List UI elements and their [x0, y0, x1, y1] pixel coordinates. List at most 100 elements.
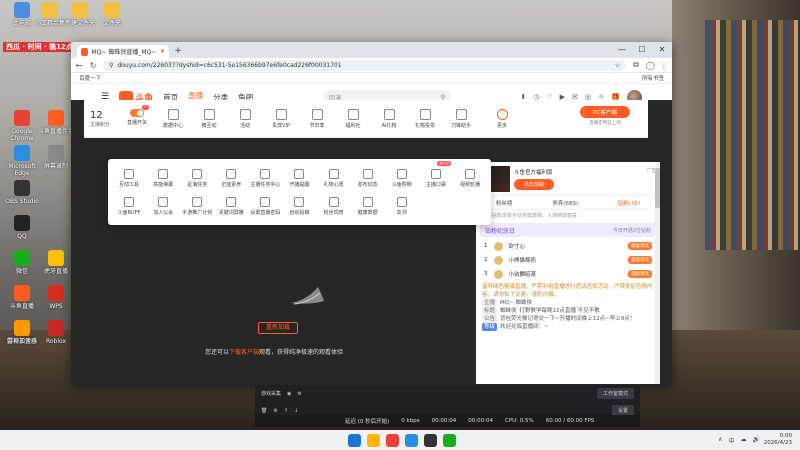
desktop-icon[interactable]: QQ [2, 215, 42, 245]
back-icon[interactable]: ← [75, 61, 83, 70]
desktop-icon[interactable]: 斗鱼直播伴侣 [36, 110, 76, 140]
toolbar-item[interactable]: 微互动 [195, 108, 223, 129]
bookmarks-bar: 百度一下 所有书签 [71, 73, 672, 84]
taskbar-app-icon[interactable] [443, 433, 456, 447]
tip-download-link[interactable]: 下载客户端 [229, 349, 259, 356]
dropdown-item[interactable]: 关键词屏蔽 [214, 192, 248, 220]
toolbar-item[interactable]: 数据中心 [159, 108, 187, 129]
ad-banner[interactable]: 斗鱼官方福利版 广告 点击领取 [476, 162, 660, 196]
desktop-icon[interactable]: Roblox [36, 320, 76, 350]
toolbar-item[interactable]: 礼物投票 [411, 108, 439, 129]
dropdown-item[interactable]: 斗鱼BUFF [112, 192, 146, 220]
tab-diamond-fans[interactable]: 钻粉(36) [618, 199, 640, 207]
taskbar-app-icon[interactable] [424, 433, 437, 447]
minimize-icon[interactable]: — [612, 42, 632, 58]
tray-icon[interactable]: 🔊 [753, 436, 760, 445]
toolbar-item[interactable]: 贵宾VIP [267, 108, 295, 129]
gear-icon[interactable]: ⚙ [273, 408, 277, 414]
tool-icon [430, 168, 441, 179]
clock-time: 0:00 [779, 433, 792, 439]
up-arrow-icon[interactable]: ↑ [284, 408, 288, 414]
rank-row[interactable]: 3 小幼麟昭茶 超级贵族 [476, 267, 660, 281]
taskbar-app-icon[interactable] [367, 433, 380, 447]
close-tab-icon[interactable]: ✕ [160, 48, 165, 55]
dropdown-item[interactable]: 手游推广计划 [180, 192, 214, 220]
profile-icon[interactable]: ◯ [646, 61, 655, 70]
dropdown-item[interactable]: 自动投稿 [282, 192, 316, 220]
extensions-icon[interactable]: ⧉ [632, 60, 640, 70]
dropdown-item[interactable]: 发布动态 [351, 164, 385, 192]
desktop-icon[interactable]: OBS Studio [2, 180, 42, 210]
chat-user[interactable]: 蜘蛛侠 [500, 307, 517, 315]
bookmark-item[interactable]: 百度一下 [79, 74, 101, 82]
tray-icon[interactable]: 中 [729, 436, 735, 445]
dropdown-item[interactable]: 加入公会 [146, 192, 180, 220]
eye-icon[interactable]: ◉ [287, 391, 291, 397]
toolbar-item[interactable]: 节日季 [303, 108, 331, 129]
taskbar-app-icon[interactable] [348, 433, 361, 447]
tab-vip[interactable]: 贵宾(689) [552, 199, 578, 207]
chat-message: 标题 蜘蛛侠 打野教学每晚12点直播 不见不散 [482, 307, 654, 315]
dropdown-item-label: 手游推广计划 [182, 209, 213, 216]
toolbar-item-label: AI礼物 [381, 122, 397, 129]
clock[interactable]: 0:00 2026/4/23 [764, 433, 792, 447]
dropdown-item[interactable]: 设置直播密码 [248, 192, 282, 220]
desktop-icon[interactable]: 虎牙直播 [36, 250, 76, 280]
dropdown-item[interactable]: 开播提醒 [282, 164, 316, 192]
desktop-icon[interactable]: 文件夹 [92, 2, 132, 32]
dropdown-item[interactable]: 粉丝饲育 [317, 192, 351, 220]
dropdown-item[interactable]: 星海任务 [180, 164, 214, 192]
diamond-anniversary[interactable]: 钻粉纪念日 今日开通2位钻粉 [480, 223, 656, 237]
menu-kebab-icon[interactable]: ⋮ [660, 61, 668, 70]
toolbar-item[interactable]: 1 直播开关 [123, 104, 151, 129]
close-window-icon[interactable]: ✕ [652, 42, 672, 58]
taskbar-app-icon[interactable] [386, 433, 399, 447]
all-bookmarks[interactable]: 所有书签 [642, 74, 664, 82]
tray-icon[interactable]: ☁ [741, 436, 747, 445]
app-icon [14, 180, 30, 196]
desktop-icon[interactable]: 屏幕录制 [36, 145, 76, 175]
taskbar-app-icon[interactable] [405, 433, 418, 447]
more-button[interactable]: ··· 更多 [488, 108, 516, 129]
url-field[interactable]: ⚲ douyu.com/226037?dyshid=c6c531-5e15636… [103, 59, 626, 71]
ad-claim-button[interactable]: 点击领取 [514, 178, 555, 190]
toolbar-item[interactable]: 福利社 [339, 108, 367, 129]
studio-mode-button[interactable]: 工作室模式 [596, 388, 634, 399]
pc-client-button[interactable]: PC客户端 直播定制已上线 [580, 106, 630, 126]
dropdown-item[interactable]: 互动工具 [112, 164, 146, 192]
toolbar-item[interactable]: 活动 [231, 108, 259, 129]
maximize-icon[interactable]: ☐ [632, 42, 652, 58]
dropdown-item[interactable]: 主播任务中心 [248, 164, 282, 192]
tab-fans-rank[interactable]: 粉丝榜 [496, 199, 513, 207]
rank-row[interactable]: 2 小熊猫棉奶 超级贵族 [476, 253, 660, 267]
settings-gear-icon[interactable]: ⚙ [297, 391, 301, 397]
dropdown-item[interactable]: 高能弹幕 [146, 164, 180, 192]
toolbar-item[interactable]: 刀锋助手 [447, 108, 475, 129]
bookmark-star-icon[interactable]: ☆ [615, 62, 620, 69]
dropdown-item[interactable]: 斗鱼购物 [385, 164, 419, 192]
toolbar-item-label: 福利社 [345, 122, 361, 129]
new-tab-button[interactable]: + [172, 45, 184, 58]
reload-button[interactable]: 重新加载 [258, 322, 298, 334]
dropdown-item[interactable]: 正能素养 [214, 164, 248, 192]
trash-icon[interactable]: 🗑 [261, 408, 267, 414]
anchor-points[interactable]: 12 主播积分 [90, 110, 110, 128]
dropdown-item[interactable]: 礼物心愿 [317, 164, 351, 192]
reload-icon[interactable]: ↻ [89, 61, 97, 70]
desktop-icon[interactable]: WPS [36, 285, 76, 315]
dropdown-item[interactable]: NEW 主播口袋 [419, 161, 453, 192]
tray-icon[interactable]: ∧ [718, 436, 722, 445]
dropdown-item[interactable]: 友邻 [385, 192, 419, 220]
browser-tab[interactable]: MQ~ 蜘蛛侠直播_MQ~ 视频直播 ✕ [77, 45, 169, 58]
dropdown-item[interactable]: 健康数据 [351, 192, 385, 220]
toolbar-item[interactable]: AI礼物 [375, 108, 403, 129]
obs-source[interactable]: 游戏采集 [261, 390, 281, 397]
desktop-icon-label: 屏幕录制 [43, 163, 68, 170]
chat-user[interactable]: MQ~ 蜘蛛侠 [500, 299, 532, 307]
panel-scrollbar[interactable] [655, 162, 660, 384]
down-arrow-icon[interactable]: ↓ [294, 408, 298, 414]
dropdown-item[interactable]: 视频轮播 [453, 164, 487, 192]
site-info-icon[interactable]: ⚲ [109, 62, 113, 69]
anchor-toolbar: 12 主播积分 1 直播开关 数据中心 微互动 活动 贵宾VIP 节日季 福利社 AI礼物 礼物投… [84, 100, 648, 138]
rank-row[interactable]: 1 砍寸心 超级贵族 [476, 239, 660, 253]
